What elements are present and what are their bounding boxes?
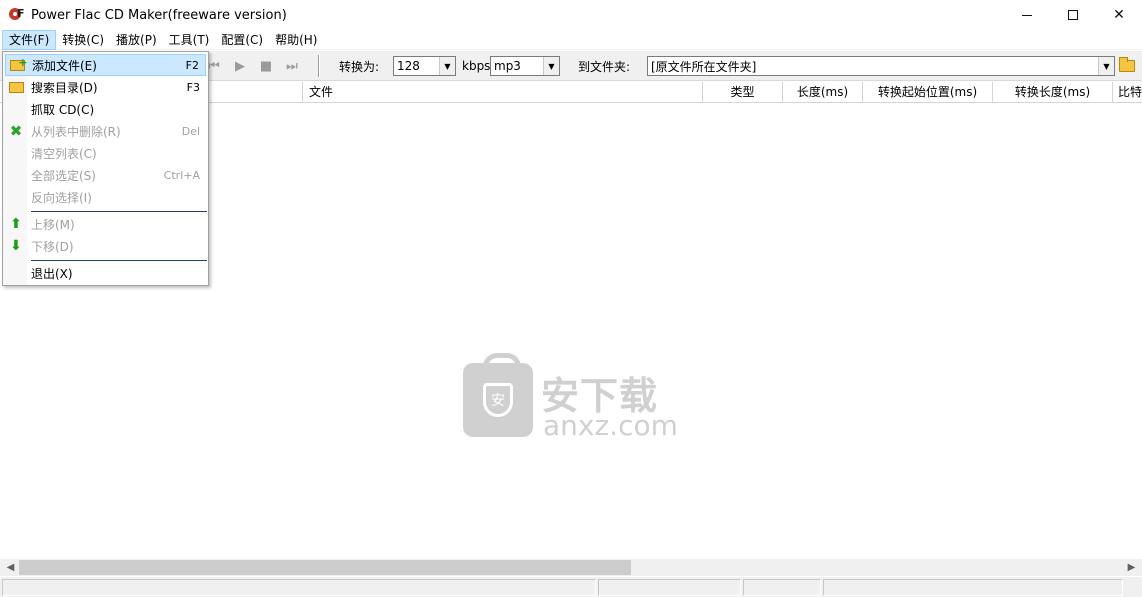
menu-separator [31, 260, 207, 261]
column-bitrate[interactable]: 比特 [1113, 82, 1142, 103]
menu-tools[interactable]: 工具(T) [163, 30, 216, 50]
arrow-down-icon: ⬇ [10, 238, 22, 254]
play-button[interactable]: ▶ [227, 51, 253, 81]
menu-item-search-folder[interactable]: 搜索目录(D) F3 [5, 76, 206, 98]
menu-item-select-all[interactable]: 全部选定(S) Ctrl+A [5, 164, 206, 186]
chevron-down-icon: ▼ [543, 57, 559, 75]
menu-convert[interactable]: 转换(C) [56, 30, 110, 50]
status-panel [2, 579, 596, 596]
next-button[interactable]: ⏭ [279, 51, 305, 81]
column-length[interactable]: 长度(ms) [783, 82, 863, 103]
chevron-down-icon: ▼ [1098, 57, 1114, 75]
dest-folder-label: 到文件夹: [578, 59, 631, 74]
menu-help[interactable]: 帮助(H) [269, 30, 323, 50]
bitrate-select[interactable]: 128 ▼ [393, 56, 456, 76]
scroll-right-icon[interactable]: ▶ [1123, 559, 1140, 576]
file-menu-dropdown: + 添加文件(E) F2 搜索目录(D) F3 抓取 CD(C) ✖ 从列表中删… [2, 51, 209, 286]
window-title: Power Flac CD Maker(freeware version) [31, 7, 287, 23]
maximize-button[interactable] [1050, 0, 1096, 30]
play-icon: ▶ [235, 58, 245, 74]
browse-folder-button[interactable] [1117, 56, 1137, 76]
format-value: mp3 [494, 59, 521, 73]
menu-item-remove-from-list[interactable]: ✖ 从列表中删除(R) Del [5, 120, 206, 142]
format-select[interactable]: mp3 ▼ [490, 56, 560, 76]
scroll-left-icon[interactable]: ◀ [2, 559, 19, 576]
delete-x-icon: ✖ [9, 122, 23, 140]
menu-item-rip-cd[interactable]: 抓取 CD(C) [5, 98, 206, 120]
maximize-icon [1068, 10, 1078, 20]
menu-file[interactable]: 文件(F) [2, 29, 57, 50]
status-panel [598, 579, 741, 596]
column-convert-length[interactable]: 转换长度(ms) [993, 82, 1113, 103]
close-icon: ✕ [1113, 7, 1125, 23]
minimize-icon [1022, 14, 1032, 16]
column-file[interactable]: 文件 [303, 82, 703, 103]
shield-icon: 安 [483, 383, 513, 417]
dest-folder-value: [原文件所在文件夹] [651, 59, 757, 74]
chevron-down-icon: ▼ [439, 57, 455, 75]
dest-folder-select[interactable]: [原文件所在文件夹] ▼ [647, 56, 1115, 76]
stop-icon: ■ [259, 58, 273, 74]
menu-item-clear-list[interactable]: 清空列表(C) [5, 142, 206, 164]
close-button[interactable]: ✕ [1096, 0, 1142, 30]
watermark-en-text: anxz.com [543, 409, 678, 442]
app-icon: F [9, 7, 25, 23]
previous-icon: ⏮ [208, 58, 220, 74]
status-panel [823, 579, 1123, 596]
title-bar: F Power Flac CD Maker(freeware version) … [0, 0, 1142, 30]
menu-item-move-down[interactable]: ⬇ 下移(D) [5, 235, 206, 257]
menu-item-move-up[interactable]: ⬆ 上移(M) [5, 213, 206, 235]
menu-bar: 文件(F) 转换(C) 播放(P) 工具(T) 配置(C) 帮助(H) [0, 29, 1142, 50]
convert-to-label: 转换为: [339, 59, 380, 74]
menu-item-exit[interactable]: 退出(X) [5, 262, 206, 284]
column-type[interactable]: 类型 [703, 82, 783, 103]
status-bar [0, 577, 1142, 597]
menu-item-add-file[interactable]: + 添加文件(E) F2 [5, 54, 206, 76]
toolbar-separator [318, 55, 320, 77]
shopping-bag-icon: 安 [463, 353, 533, 437]
status-panel [743, 579, 821, 596]
kbps-label: kbps [462, 59, 491, 73]
menu-item-invert-selection[interactable]: 反向选择(I) [5, 186, 206, 208]
stop-button[interactable]: ■ [253, 51, 279, 81]
horizontal-scrollbar[interactable]: ◀ ▶ [0, 559, 1142, 576]
bitrate-value: 128 [397, 59, 420, 73]
open-folder-icon [8, 81, 24, 93]
next-icon: ⏭ [286, 58, 298, 74]
add-folder-icon: + [9, 56, 28, 71]
watermark: 安 安下载 anxz.com [463, 353, 683, 443]
column-start-position[interactable]: 转换起始位置(ms) [863, 82, 993, 103]
menu-play[interactable]: 播放(P) [110, 30, 163, 50]
folder-icon [1119, 57, 1135, 72]
minimize-button[interactable] [1004, 0, 1050, 30]
menu-config[interactable]: 配置(C) [215, 30, 269, 50]
scrollbar-thumb[interactable] [19, 560, 631, 575]
menu-separator [31, 211, 207, 212]
arrow-up-icon: ⬆ [10, 216, 22, 232]
